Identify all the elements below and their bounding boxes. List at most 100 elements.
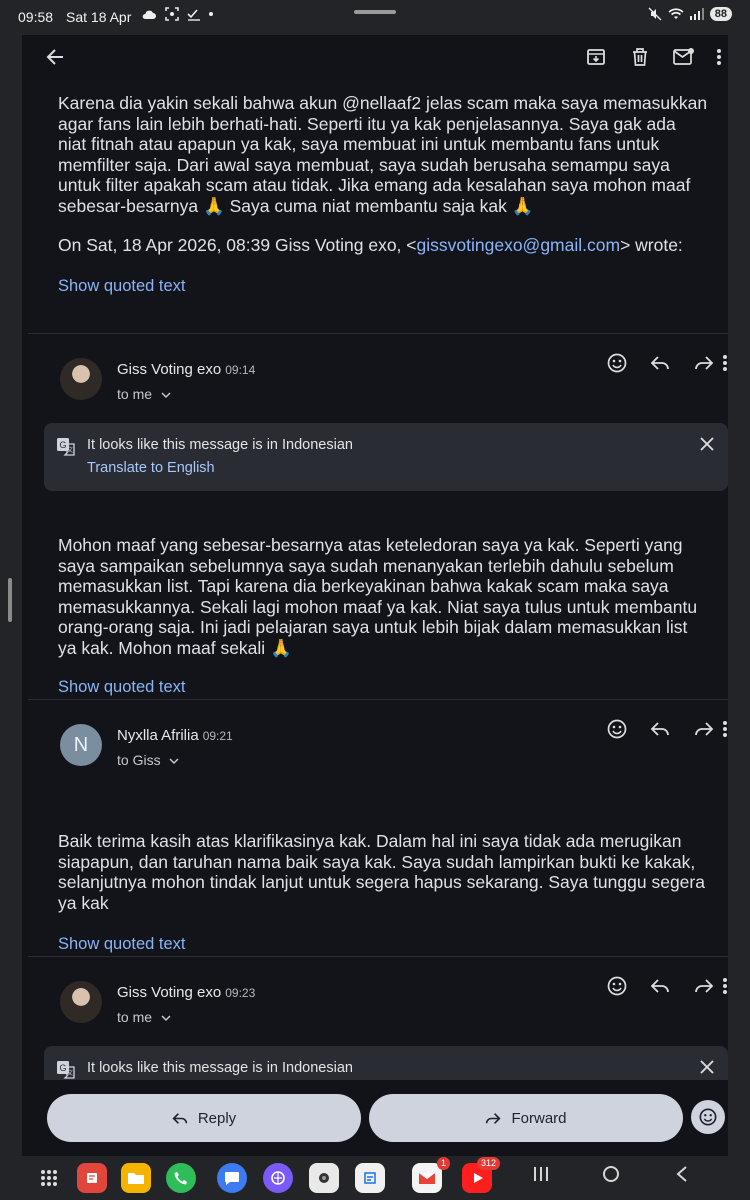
checklist-icon (187, 9, 200, 21)
youtube-app-icon[interactable]: 312 (462, 1157, 500, 1193)
show-quoted-text-link[interactable]: Show quoted text (58, 277, 186, 296)
recipient-toggle[interactable]: to Giss (117, 752, 179, 768)
message-time: 09:23 (225, 986, 256, 1000)
dismiss-translate-button[interactable] (700, 437, 714, 456)
recipient-toggle[interactable]: to me (117, 386, 171, 402)
sender-line[interactable]: Giss Voting exo 09:14 (117, 361, 255, 378)
message-time: 09:21 (202, 729, 233, 743)
forward-icon (695, 356, 714, 370)
reply-button[interactable] (649, 718, 671, 740)
sender-name: Giss Voting exo (117, 984, 222, 1001)
translate-banner: G文 It looks like this message is in Indo… (44, 1046, 728, 1080)
dismiss-translate-button[interactable] (700, 1060, 714, 1079)
reply-button[interactable] (649, 975, 671, 997)
store-app-icon[interactable] (355, 1163, 385, 1193)
recents-button[interactable] (533, 1165, 549, 1188)
message-more-button[interactable] (722, 352, 728, 374)
reply-icon (650, 356, 669, 370)
emoji-icon (607, 353, 627, 373)
message-body: Mohon maaf yang sebesar-besarnya atas ke… (58, 535, 698, 658)
recipient-toggle[interactable]: to me (117, 1009, 171, 1025)
message-more-button[interactable] (722, 718, 728, 740)
close-icon (700, 437, 714, 451)
camera-app-icon[interactable] (309, 1163, 339, 1193)
top-app-bar (22, 35, 728, 81)
reply-all-button[interactable]: Reply (47, 1094, 361, 1142)
react-emoji-fab[interactable] (691, 1100, 725, 1134)
show-quoted-text-link[interactable]: Show quoted text (58, 678, 186, 697)
trash-icon (633, 48, 647, 66)
avatar[interactable] (60, 358, 102, 400)
more-vert-icon (723, 721, 727, 737)
taskbar: 1 312 (0, 1156, 750, 1200)
forward-button[interactable] (693, 718, 715, 740)
sender-line[interactable]: Giss Voting exo 09:23 (117, 984, 255, 1001)
status-bar: 09:58 Sat 18 Apr 88 (0, 0, 750, 34)
system-icons: 88 (648, 7, 732, 21)
message-body: Karena dia yakin sekali bahwa akun @nell… (58, 93, 708, 216)
message-more-button[interactable] (722, 975, 728, 997)
phone-app-icon[interactable] (166, 1163, 196, 1193)
back-chevron-icon (676, 1166, 687, 1182)
forward-button[interactable] (693, 352, 715, 374)
message-time: 09:14 (225, 363, 256, 377)
translate-message: It looks like this message is in Indones… (87, 437, 353, 453)
sender-email-link[interactable]: gissvotingexo@gmail.com (417, 235, 621, 255)
message-card-1: Karena dia yakin sekali bahwa akun @nell… (28, 81, 728, 331)
translate-link[interactable]: Translate to English (87, 460, 215, 476)
chevron-down-icon (169, 758, 179, 765)
email-thread: Karena dia yakin sekali bahwa akun @nell… (22, 35, 728, 1080)
status-date: Sat 18 Apr (66, 9, 132, 25)
translate-message: It looks like this message is in Indones… (87, 1060, 353, 1076)
signal-icon (689, 8, 704, 20)
forward-all-button[interactable]: Forward (369, 1094, 683, 1142)
avatar[interactable]: N (60, 724, 102, 766)
sender-line[interactable]: Nyxlla Afrilia 09:21 (117, 727, 233, 744)
archive-icon (587, 49, 605, 65)
youtube-badge: 312 (476, 1157, 500, 1170)
message-card-4: Giss Voting exo 09:23 to me G文 It looks l… (28, 956, 728, 1080)
gmail-app-icon[interactable]: 1 (412, 1157, 450, 1193)
translate-icon: G文 (57, 438, 75, 456)
more-options-button[interactable] (712, 45, 726, 69)
chevron-down-icon (161, 1015, 171, 1022)
home-button[interactable] (602, 1165, 620, 1188)
wifi-icon (668, 8, 684, 19)
nav-back-button[interactable] (675, 1165, 689, 1188)
dot-icon (209, 12, 213, 16)
delete-button[interactable] (628, 45, 652, 69)
drag-handle[interactable] (354, 10, 396, 14)
forward-button[interactable] (693, 975, 715, 997)
back-button[interactable] (42, 44, 68, 70)
edge-panel-handle[interactable] (8, 578, 12, 622)
reply-bar: Reply Forward (22, 1080, 728, 1156)
react-emoji-button[interactable] (606, 975, 628, 997)
reply-button[interactable] (649, 352, 671, 374)
messages-app-icon[interactable] (217, 1163, 247, 1193)
notification-icons (141, 7, 213, 21)
message-card-2: Giss Voting exo 09:14 to me G文 It looks l… (28, 333, 728, 699)
archive-button[interactable] (584, 45, 608, 69)
avatar[interactable] (60, 981, 102, 1023)
arrow-back-icon (46, 49, 63, 65)
forward-icon (695, 722, 714, 736)
files-app-icon[interactable] (121, 1163, 151, 1193)
react-emoji-button[interactable] (606, 718, 628, 740)
mute-icon (648, 7, 662, 21)
mark-unread-button[interactable] (672, 45, 696, 69)
attribution-prefix: On Sat, 18 Apr 2026, 08:39 Giss Voting e… (58, 235, 417, 255)
translate-banner: G文 It looks like this message is in Indo… (44, 423, 728, 491)
reply-label: Reply (197, 1109, 237, 1127)
apps-grid-icon[interactable] (34, 1163, 64, 1193)
close-icon (700, 1060, 714, 1074)
mail-unread-icon (673, 48, 694, 65)
notes-app-icon[interactable] (77, 1163, 107, 1193)
reply-icon (172, 1112, 188, 1124)
svg-text:文: 文 (67, 446, 73, 454)
forward-label: Forward (511, 1109, 567, 1127)
react-emoji-button[interactable] (606, 352, 628, 374)
more-vert-icon (723, 355, 727, 371)
show-quoted-text-link[interactable]: Show quoted text (58, 935, 186, 954)
browser-app-icon[interactable] (263, 1163, 293, 1193)
recipient-label: to me (117, 386, 153, 402)
